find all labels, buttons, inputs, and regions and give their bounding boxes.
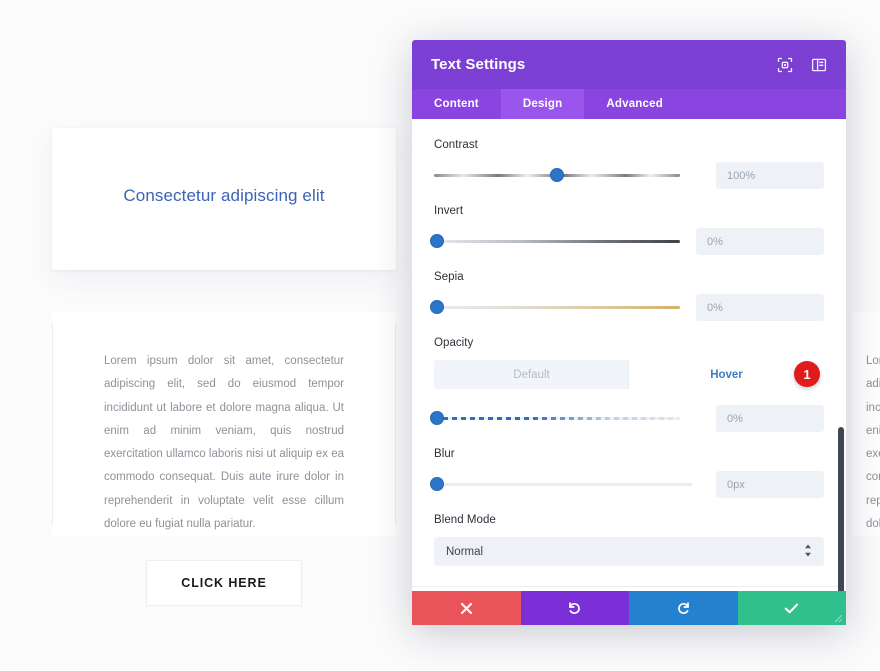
blur-slider-thumb[interactable] [430,476,444,491]
cta-wrapper: CLICK HERE [52,560,396,606]
contrast-slider-thumb[interactable] [550,167,564,182]
tab-design[interactable]: Design [500,89,585,119]
invert-slider-track [434,239,680,243]
panel-header: Text Settings [412,40,846,89]
focus-target-icon[interactable] [777,57,793,73]
opacity-value-input[interactable]: 0% [716,405,824,432]
click-here-button[interactable]: CLICK HERE [146,560,302,606]
panel-tabs: Content Design Advanced [412,89,846,119]
undo-button[interactable] [520,591,629,625]
close-icon [460,602,472,614]
contrast-control-row: 100% [434,162,824,189]
sepia-slider[interactable] [430,299,680,316]
blur-value-input[interactable]: 0px [716,471,824,498]
blur-slider[interactable] [430,476,692,493]
contrast-value-input[interactable]: 100% [716,162,824,189]
cancel-button[interactable] [412,591,521,625]
blur-label: Blur [434,448,455,460]
field-opacity: Opacity Default Hover 0% [430,337,824,432]
invert-slider-thumb[interactable] [430,233,444,248]
opacity-slider-track [434,416,680,420]
panel-layout-icon[interactable] [811,57,827,73]
invert-label: Invert [434,205,464,217]
blend-mode-label: Blend Mode [434,514,496,526]
opacity-slider-thumb[interactable] [430,410,444,425]
contrast-slider[interactable] [434,167,680,184]
sepia-control-row: 0% [430,294,824,321]
body-text-card[interactable]: Lorem ipsum dolor sit amet, consectetur … [52,312,396,536]
check-icon [785,603,799,613]
field-contrast: Contrast 100% [434,139,824,189]
sepia-slider-thumb[interactable] [430,299,444,314]
invert-slider[interactable] [430,233,680,250]
blend-mode-value: Normal [446,545,484,558]
field-sepia: Sepia 0% [430,271,824,321]
blend-mode-select[interactable]: Normal [434,537,824,566]
right-clipped-column: Lorem ipsum dolor sit amet, consectetur … [852,312,880,536]
panel-scrollbar[interactable] [838,427,844,591]
opacity-control-row: 0% [430,405,824,432]
opacity-slider[interactable] [430,410,680,427]
panel-header-actions [777,57,827,73]
panel-footer [412,591,846,625]
blur-control-row: 0px [430,471,824,498]
tab-advanced[interactable]: Advanced [584,89,685,119]
blur-slider-track [434,482,692,486]
sepia-value-input[interactable]: 0% [696,294,824,321]
panel-scroll-area: Contrast 100% Invert 0% Sepia 0% Opacity… [412,119,846,591]
tab-content[interactable]: Content [412,89,501,119]
contrast-label: Contrast [434,139,478,151]
right-gap-strip [852,270,880,312]
body-paragraph: Lorem ipsum dolor sit amet, consectetur … [104,355,344,531]
opacity-state-default[interactable]: Default [434,360,629,389]
save-button[interactable] [737,591,846,625]
screen-root: Consectetur adipiscing elit Lorem ipsum … [0,0,880,671]
hero-card: Consectetur adipiscing elit [52,128,396,270]
sepia-label: Sepia [434,271,464,283]
redo-button[interactable] [629,591,738,625]
field-blend-mode: Blend Mode Normal [434,514,824,566]
field-blur: Blur 0px [430,448,824,498]
panel-body: Contrast 100% Invert 0% Sepia 0% Opacity… [412,119,846,591]
invert-control-row: 0% [430,228,824,255]
text-settings-panel: Text Settings Content Design Advanced Co… [412,40,846,625]
invert-value-input[interactable]: 0% [696,228,824,255]
resize-handle-icon [834,614,843,623]
right-body-paragraph: Lorem ipsum dolor sit amet, consectetur … [866,355,880,531]
undo-icon [569,601,581,614]
field-invert: Invert 0% [430,205,824,255]
hero-title: Consectetur adipiscing elit [123,186,325,205]
redo-icon [677,601,689,614]
step-badge-1: 1 [794,361,820,387]
opacity-state-toggle: Default Hover [434,360,824,389]
sepia-slider-track [434,305,680,309]
chevron-updown-icon [804,544,812,560]
opacity-label: Opacity [434,337,474,349]
panel-title: Text Settings [431,56,526,73]
